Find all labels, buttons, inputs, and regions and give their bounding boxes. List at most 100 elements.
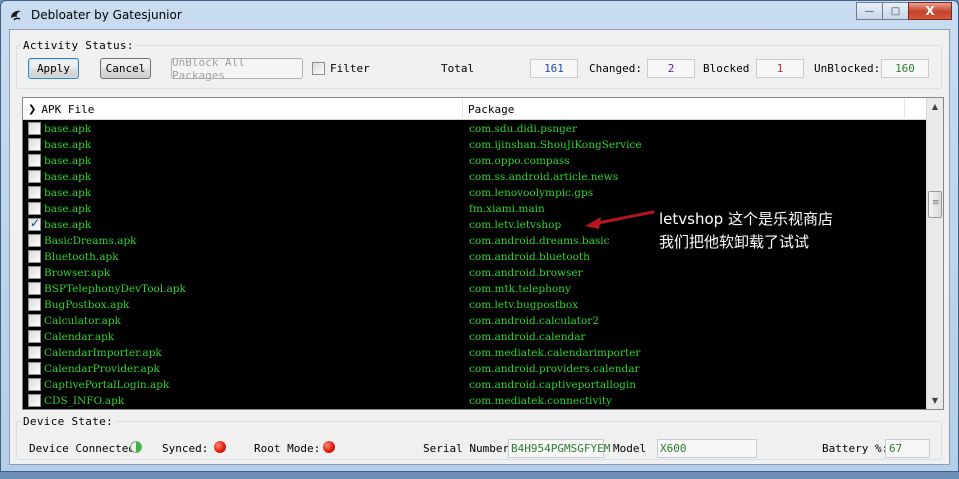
- serial-number-label: Serial Number:: [423, 442, 516, 455]
- table-row[interactable]: base.apk com.oppo.compass: [23, 153, 926, 169]
- table-row[interactable]: BSPTelephonyDevTool.apk com.mtk.telephony: [23, 281, 926, 297]
- device-connected-label: Device Connected:: [29, 442, 142, 455]
- annotation-line-2: 我们把他软卸载了试试: [659, 233, 810, 251]
- package-cell: com.oppo.compass: [469, 155, 570, 167]
- table-row[interactable]: Calendar.apk com.android.calendar: [23, 329, 926, 345]
- scroll-down-icon[interactable]: ▼: [927, 392, 943, 409]
- cancel-button[interactable]: Cancel: [100, 58, 151, 79]
- blocked-value: 1: [756, 59, 804, 78]
- apk-file-cell: Browser.apk: [44, 267, 111, 279]
- row-checkbox[interactable]: [28, 202, 41, 215]
- root-mode-label: Root Mode:: [254, 442, 321, 455]
- row-checkbox[interactable]: [28, 138, 41, 151]
- apk-file-cell: base.apk: [44, 123, 92, 135]
- minimize-button[interactable]: —: [856, 2, 883, 20]
- table-row[interactable]: CalendarImporter.apk com.mediatek.calenda…: [23, 345, 926, 361]
- apk-file-cell: base.apk: [44, 171, 92, 183]
- apk-file-cell: CDS_INFO.apk: [44, 395, 125, 407]
- row-checkbox[interactable]: [28, 122, 41, 135]
- window-controls: — □ X: [856, 2, 952, 20]
- model-value: X600: [657, 439, 757, 458]
- table-row[interactable]: CalendarProvider.apk com.android.provider…: [23, 361, 926, 377]
- row-checkbox[interactable]: [28, 234, 41, 247]
- column-package-label: Package: [468, 102, 515, 116]
- row-checkbox[interactable]: [28, 394, 41, 407]
- table-row[interactable]: Browser.apk com.android.browser: [23, 265, 926, 281]
- apk-file-cell: Bluetooth.apk: [44, 251, 119, 263]
- apk-file-cell: Calculator.apk: [44, 315, 122, 327]
- package-cell: fm.xiami.main: [469, 203, 545, 215]
- package-cell: com.android.browser: [469, 267, 583, 279]
- annotation-arrow-icon: [585, 210, 655, 229]
- synced-label: Synced:: [162, 442, 209, 455]
- row-checkbox[interactable]: [28, 314, 41, 327]
- row-checkbox[interactable]: [28, 282, 41, 295]
- list-rows: base.apk com.sdu.didi.psnger base.apk com.i…: [23, 121, 926, 409]
- table-row[interactable]: base.apk com.ijinshan.ShouJiKongService: [23, 137, 926, 153]
- title-bar[interactable]: Debloater by Gatesjunior — □ X: [1, 1, 958, 29]
- table-row[interactable]: CDS_INFO.apk com.mediatek.connectivity: [23, 393, 926, 409]
- device-state-legend: Device State:: [23, 415, 113, 428]
- scroll-thumb[interactable]: [928, 191, 942, 218]
- battery-label: Battery %:: [822, 442, 889, 455]
- package-cell: com.android.providers.calendar: [469, 363, 640, 375]
- apk-file-cell: BSPTelephonyDevTool.apk: [44, 283, 186, 295]
- row-checkbox[interactable]: [28, 186, 41, 199]
- model-label: Model: [613, 442, 647, 455]
- row-checkbox[interactable]: [28, 216, 41, 231]
- table-row[interactable]: base.apk com.sdu.didi.psnger: [23, 121, 926, 137]
- client-area: Activity Status: Apply Cancel UnBlock Al…: [9, 29, 950, 465]
- blocked-label: Blocked: [703, 62, 750, 75]
- list-header: ❯ APK File Package: [23, 98, 926, 120]
- package-cell: com.sdu.didi.psnger: [469, 123, 578, 135]
- root-mode-indicator: [323, 441, 335, 453]
- package-list[interactable]: ❯ APK File Package base.apk com.sdu.didi.…: [22, 97, 944, 410]
- apk-file-cell: BugPostbox.apk: [44, 299, 130, 311]
- package-cell: com.android.calendar: [469, 331, 586, 343]
- row-checkbox[interactable]: [28, 346, 41, 359]
- annotation-text: letvshop 这个是乐视商店 我们把他软卸载了试试: [659, 208, 833, 254]
- package-cell: com.mediatek.connectivity: [469, 395, 612, 407]
- row-checkbox[interactable]: [28, 330, 41, 343]
- column-package[interactable]: Package: [463, 98, 905, 120]
- scroll-up-icon[interactable]: ▲: [927, 98, 943, 115]
- table-row[interactable]: Calculator.apk com.android.calculator2: [23, 313, 926, 329]
- close-button[interactable]: X: [908, 2, 952, 20]
- filter-label: Filter: [330, 62, 370, 75]
- package-cell: com.ijinshan.ShouJiKongService: [469, 139, 642, 151]
- row-checkbox[interactable]: [28, 298, 41, 311]
- table-row[interactable]: base.apk com.lenovoolympic.gps: [23, 185, 926, 201]
- app-icon: [11, 10, 21, 21]
- apk-file-cell: base.apk: [44, 187, 92, 199]
- column-apk-file[interactable]: ❯ APK File: [23, 98, 463, 120]
- maximize-button[interactable]: □: [882, 2, 909, 20]
- row-checkbox[interactable]: [28, 250, 41, 263]
- table-row[interactable]: base.apk com.ss.android.article.news: [23, 169, 926, 185]
- row-checkbox[interactable]: [28, 378, 41, 391]
- row-checkbox[interactable]: [28, 154, 41, 167]
- row-checkbox[interactable]: [28, 362, 41, 375]
- table-row[interactable]: CaptivePortalLogin.apk com.android.captiv…: [23, 377, 926, 393]
- package-cell: com.ss.android.article.news: [469, 171, 619, 183]
- apk-file-cell: Calendar.apk: [44, 331, 115, 343]
- serial-number-value: B4H954PGMSGFYEM: [508, 439, 610, 458]
- package-cell: com.android.dreams.basic: [469, 235, 610, 247]
- apk-file-cell: BasicDreams.apk: [44, 235, 137, 247]
- apply-button[interactable]: Apply: [28, 58, 79, 79]
- window-title: Debloater by Gatesjunior: [31, 8, 182, 22]
- vertical-scrollbar[interactable]: ▲ ▼: [926, 98, 943, 409]
- package-cell: com.mediatek.calendarimporter: [469, 347, 641, 359]
- table-row[interactable]: BugPostbox.apk com.letv.bugpostbox: [23, 297, 926, 313]
- row-checkbox[interactable]: [28, 170, 41, 183]
- apk-file-cell: base.apk: [44, 203, 92, 215]
- unblock-all-button[interactable]: UnBlock All Packages: [171, 56, 303, 82]
- unblocked-value: 160: [881, 59, 929, 78]
- filter-checkbox[interactable]: [312, 62, 325, 75]
- annotation-line-1: letvshop 这个是乐视商店: [659, 210, 833, 228]
- column-apk-label: APK File: [41, 102, 95, 116]
- package-cell: com.mtk.telephony: [469, 283, 571, 295]
- chevron-right-icon: ❯: [28, 103, 37, 115]
- device-connected-indicator: [130, 441, 142, 453]
- row-checkbox[interactable]: [28, 266, 41, 279]
- app-window: Debloater by Gatesjunior — □ X Activity …: [0, 0, 959, 472]
